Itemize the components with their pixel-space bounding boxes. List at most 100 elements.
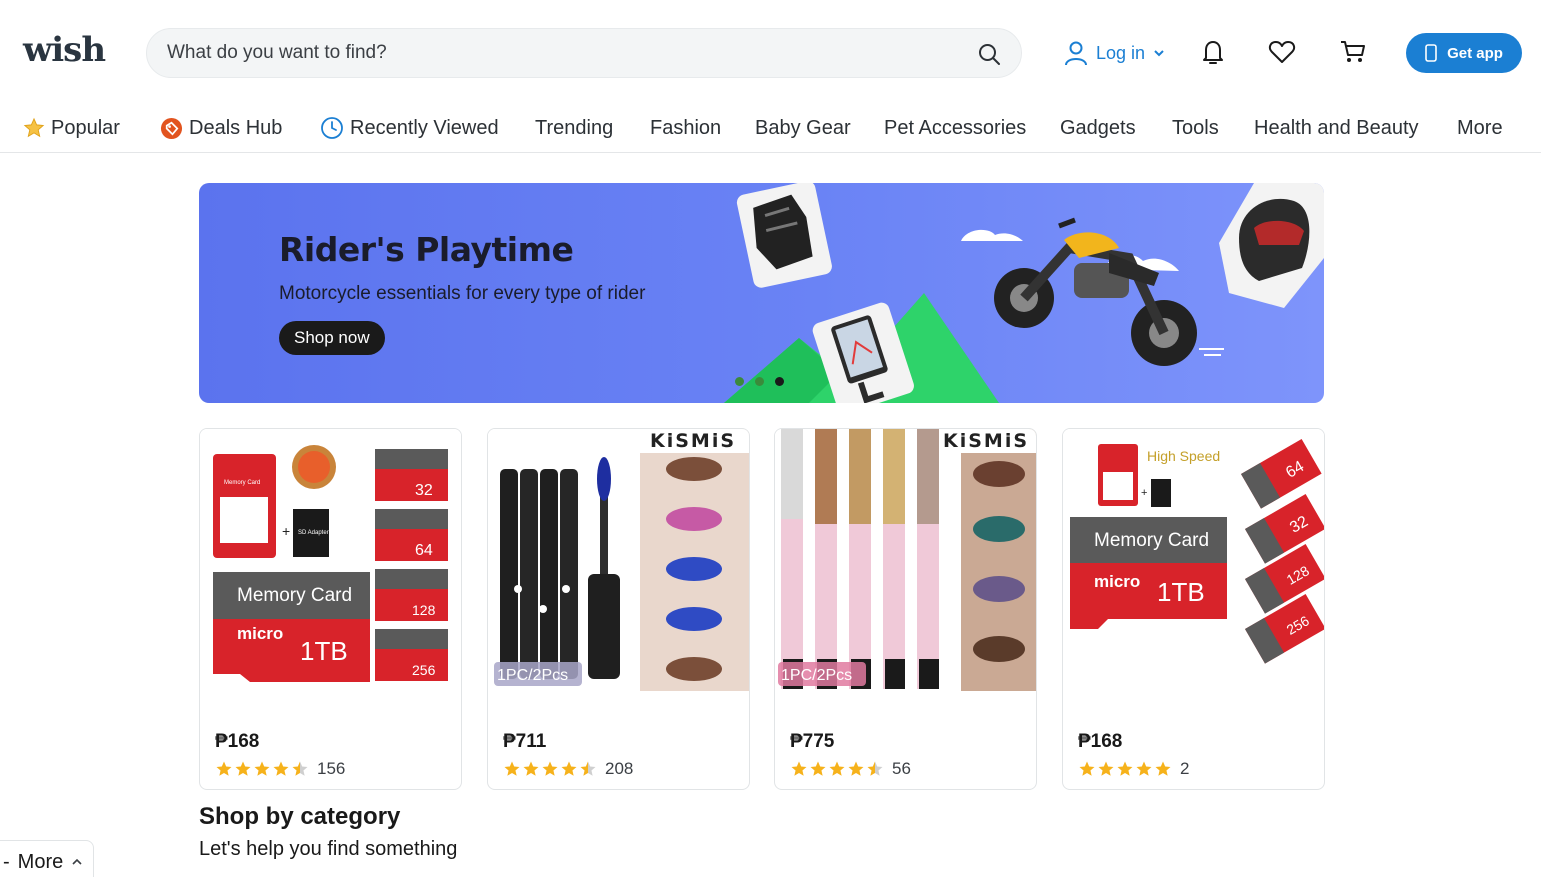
star-icon <box>867 761 883 776</box>
review-count: 156 <box>317 759 346 778</box>
star-icon <box>292 761 308 776</box>
nav-item-popular[interactable]: Popular <box>23 111 120 145</box>
search-input[interactable] <box>167 29 967 77</box>
cart-icon[interactable] <box>1338 37 1368 67</box>
memory-card-label: Memory Card <box>237 585 352 606</box>
star-icon <box>580 761 596 776</box>
login-button[interactable]: Log in <box>1064 38 1165 68</box>
star-icon <box>829 761 845 776</box>
svg-text:256: 256 <box>412 662 436 678</box>
get-app-label: Get app <box>1447 44 1503 62</box>
deals-tag-icon <box>160 117 183 139</box>
carousel-dot-active[interactable] <box>775 377 784 386</box>
nav-label: Popular <box>51 116 120 139</box>
star-rating-icon <box>1078 760 1172 778</box>
get-app-button[interactable]: Get app <box>1406 33 1522 73</box>
carousel-dot[interactable] <box>735 377 744 386</box>
svg-text:Memory Card: Memory Card <box>1094 530 1209 551</box>
product-card[interactable]: + High Speed Memory Card micro 1TB 64 32… <box>1062 428 1325 790</box>
nav-item-baby-gear[interactable]: Baby Gear <box>755 111 851 145</box>
star-icon <box>23 117 45 138</box>
star-icon <box>504 761 520 776</box>
nav-label: Recently Viewed <box>350 116 499 139</box>
svg-text:64: 64 <box>415 542 433 559</box>
micro-label: micro <box>237 624 283 643</box>
product-price: ₱711 <box>503 731 547 752</box>
star-rating-icon <box>215 760 309 778</box>
star-icon <box>848 761 864 776</box>
nav-item-more[interactable]: More <box>1457 111 1503 145</box>
nav-label: Pet Accessories <box>884 116 1027 139</box>
product-card[interactable]: KiSMiS 1PC/2Pcs ₱711 208 <box>487 428 750 790</box>
product-rating: 156 <box>215 759 345 779</box>
header: wish Log in Get app <box>0 0 1541 105</box>
banner-subtitle: Motorcycle essentials for every type of … <box>279 283 646 304</box>
float-more-label: More <box>17 850 64 873</box>
nav-item-deals-hub[interactable]: Deals Hub <box>160 111 282 145</box>
shop-now-button[interactable]: Shop now <box>279 321 385 355</box>
nav-item-health-and-beauty[interactable]: Health and Beauty <box>1254 111 1419 145</box>
product-rating: 56 <box>790 759 911 779</box>
search-icon[interactable] <box>977 42 1001 66</box>
svg-text:+: + <box>282 523 290 539</box>
star-icon <box>273 761 289 776</box>
floating-more-button[interactable]: - More <box>0 840 94 877</box>
nav-label: Gadgets <box>1060 116 1136 139</box>
carousel-dots <box>735 377 784 386</box>
star-icon <box>1117 761 1133 776</box>
star-icon <box>1098 761 1114 776</box>
review-count: 208 <box>605 759 634 778</box>
review-count: 2 <box>1180 759 1190 778</box>
product-price: ₱168 <box>215 731 260 752</box>
phone-icon <box>1425 44 1437 62</box>
high-speed-label: High Speed <box>1147 448 1220 464</box>
nav-item-fashion[interactable]: Fashion <box>650 111 721 145</box>
user-icon <box>1065 41 1087 66</box>
chevron-up-icon <box>72 858 82 865</box>
product-price: ₱775 <box>790 731 835 752</box>
brand-label: KiSMiS <box>943 430 1029 452</box>
nav-label: Deals Hub <box>189 116 283 139</box>
product-rating: 2 <box>1078 759 1189 779</box>
star-rating-icon <box>790 760 884 778</box>
product-image: KiSMiS 1PC/2Pcs <box>488 429 749 691</box>
nav-label: More <box>1457 116 1503 139</box>
nav-item-trending[interactable]: Trending <box>535 111 613 145</box>
nav-item-recently-viewed[interactable]: Recently Viewed <box>320 111 499 145</box>
star-icon <box>810 761 826 776</box>
nav-label: Trending <box>535 116 614 139</box>
chevron-down-icon <box>1154 50 1164 57</box>
star-icon <box>216 761 232 776</box>
star-icon <box>542 761 558 776</box>
product-image: + High Speed Memory Card micro 1TB 64 32… <box>1063 429 1324 691</box>
nav-item-pet-accessories[interactable]: Pet Accessories <box>884 111 1026 145</box>
heart-icon[interactable] <box>1267 37 1297 67</box>
star-icon <box>561 761 577 776</box>
product-price: ₱168 <box>1078 731 1123 752</box>
search-bar[interactable] <box>146 28 1022 78</box>
star-icon <box>235 761 251 776</box>
svg-text:+: + <box>1141 487 1147 499</box>
shop-by-category-subtitle: Let's help you find something <box>199 838 458 860</box>
product-image: Memory Card + SD Adapter Memory Card mic… <box>200 429 461 691</box>
review-count: 56 <box>892 759 911 778</box>
nav-item-gadgets[interactable]: Gadgets <box>1060 111 1136 145</box>
nav-label: Tools <box>1172 116 1219 139</box>
carousel-dot[interactable] <box>755 377 764 386</box>
clock-icon <box>321 117 343 139</box>
wish-logo[interactable]: wish <box>23 30 106 70</box>
nav-label: Baby Gear <box>755 116 851 139</box>
nav-item-tools[interactable]: Tools <box>1172 111 1219 145</box>
star-icon <box>1079 761 1095 776</box>
hero-banner[interactable]: Rider's Playtime Motorcycle essentials f… <box>199 183 1324 403</box>
star-rating-icon <box>503 760 597 778</box>
product-card[interactable]: Memory Card + SD Adapter Memory Card mic… <box>199 428 462 790</box>
shop-by-category-title: Shop by category <box>199 803 401 830</box>
bell-icon[interactable] <box>1198 37 1228 67</box>
memory-card-pack-label: Memory Card <box>224 480 260 486</box>
product-card[interactable]: KiSMiS 1PC/2Pcs ₱775 56 <box>774 428 1037 790</box>
float-more-dash: - <box>3 850 10 873</box>
star-icon <box>791 761 807 776</box>
svg-text:micro: micro <box>1094 572 1140 591</box>
nav-label: Health and Beauty <box>1254 116 1419 139</box>
